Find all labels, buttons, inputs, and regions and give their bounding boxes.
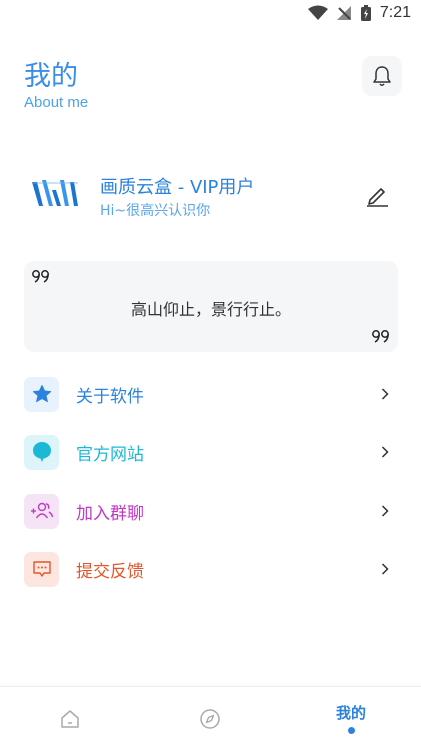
menu-label-group-chat: 加入群聊: [76, 503, 144, 524]
quote-text: 高山仰止，景行行止。: [130, 300, 291, 319]
menu-label-about: 关于软件: [76, 386, 144, 407]
group-add-icon: [30, 502, 53, 519]
chevron-right-icon: [378, 504, 392, 518]
profile-greeting: Hi~很高兴认识你: [100, 203, 211, 219]
compass-icon: [200, 709, 220, 729]
status-icons: 7:21: [307, 4, 411, 22]
app-logo-icon: [32, 180, 78, 206]
nav-me-label: 我的: [335, 703, 366, 722]
page-title: 我的: [24, 61, 78, 92]
menu-icon-bg: [24, 434, 59, 470]
nav-me[interactable]: 我的: [281, 687, 421, 750]
menu-icon-bg: [24, 493, 59, 529]
bubble-icon: [32, 442, 51, 462]
bottom-nav: 我的: [0, 686, 421, 750]
feedback-icon: [32, 561, 51, 577]
screen: 7:21 我的 About me 画质云盒 - VIP用户 Hi~很高兴认识你: [0, 0, 421, 750]
menu-item-group-chat[interactable]: 加入群聊: [24, 493, 398, 529]
star-icon: [32, 385, 51, 403]
home-icon: [61, 710, 79, 728]
bell-icon: [373, 66, 391, 86]
notification-button[interactable]: [362, 56, 402, 96]
menu-item-about[interactable]: 关于软件: [24, 376, 398, 412]
signal-icon: [336, 6, 351, 20]
menu-icon-bg: [24, 376, 59, 412]
wifi-icon: [307, 5, 328, 20]
pencil-icon: [367, 188, 388, 207]
nav-home[interactable]: [0, 687, 140, 750]
menu-item-feedback[interactable]: 提交反馈: [24, 551, 398, 587]
nav-discover[interactable]: [140, 687, 280, 750]
edit-profile-button[interactable]: [362, 180, 392, 210]
quote-open-icon: [32, 270, 49, 283]
quote-close-icon: [372, 330, 389, 343]
page-subtitle: About me: [24, 94, 89, 111]
menu-label-feedback: 提交反馈: [76, 561, 144, 582]
menu-label-website: 官方网站: [76, 444, 144, 465]
menu-icon-bg: [24, 551, 59, 587]
chevron-right-icon: [378, 445, 392, 459]
chevron-right-icon: [378, 562, 392, 576]
status-bar: 7:21: [0, 0, 421, 28]
nav-active-indicator: [348, 727, 355, 734]
chevron-right-icon: [378, 387, 392, 401]
profile-name: 画质云盒 - VIP用户: [100, 177, 255, 198]
menu-item-website[interactable]: 官方网站: [24, 434, 398, 470]
battery-icon: [360, 5, 371, 21]
quote-card: 高山仰止，景行行止。: [24, 261, 398, 352]
status-time: 7:21: [379, 4, 411, 21]
